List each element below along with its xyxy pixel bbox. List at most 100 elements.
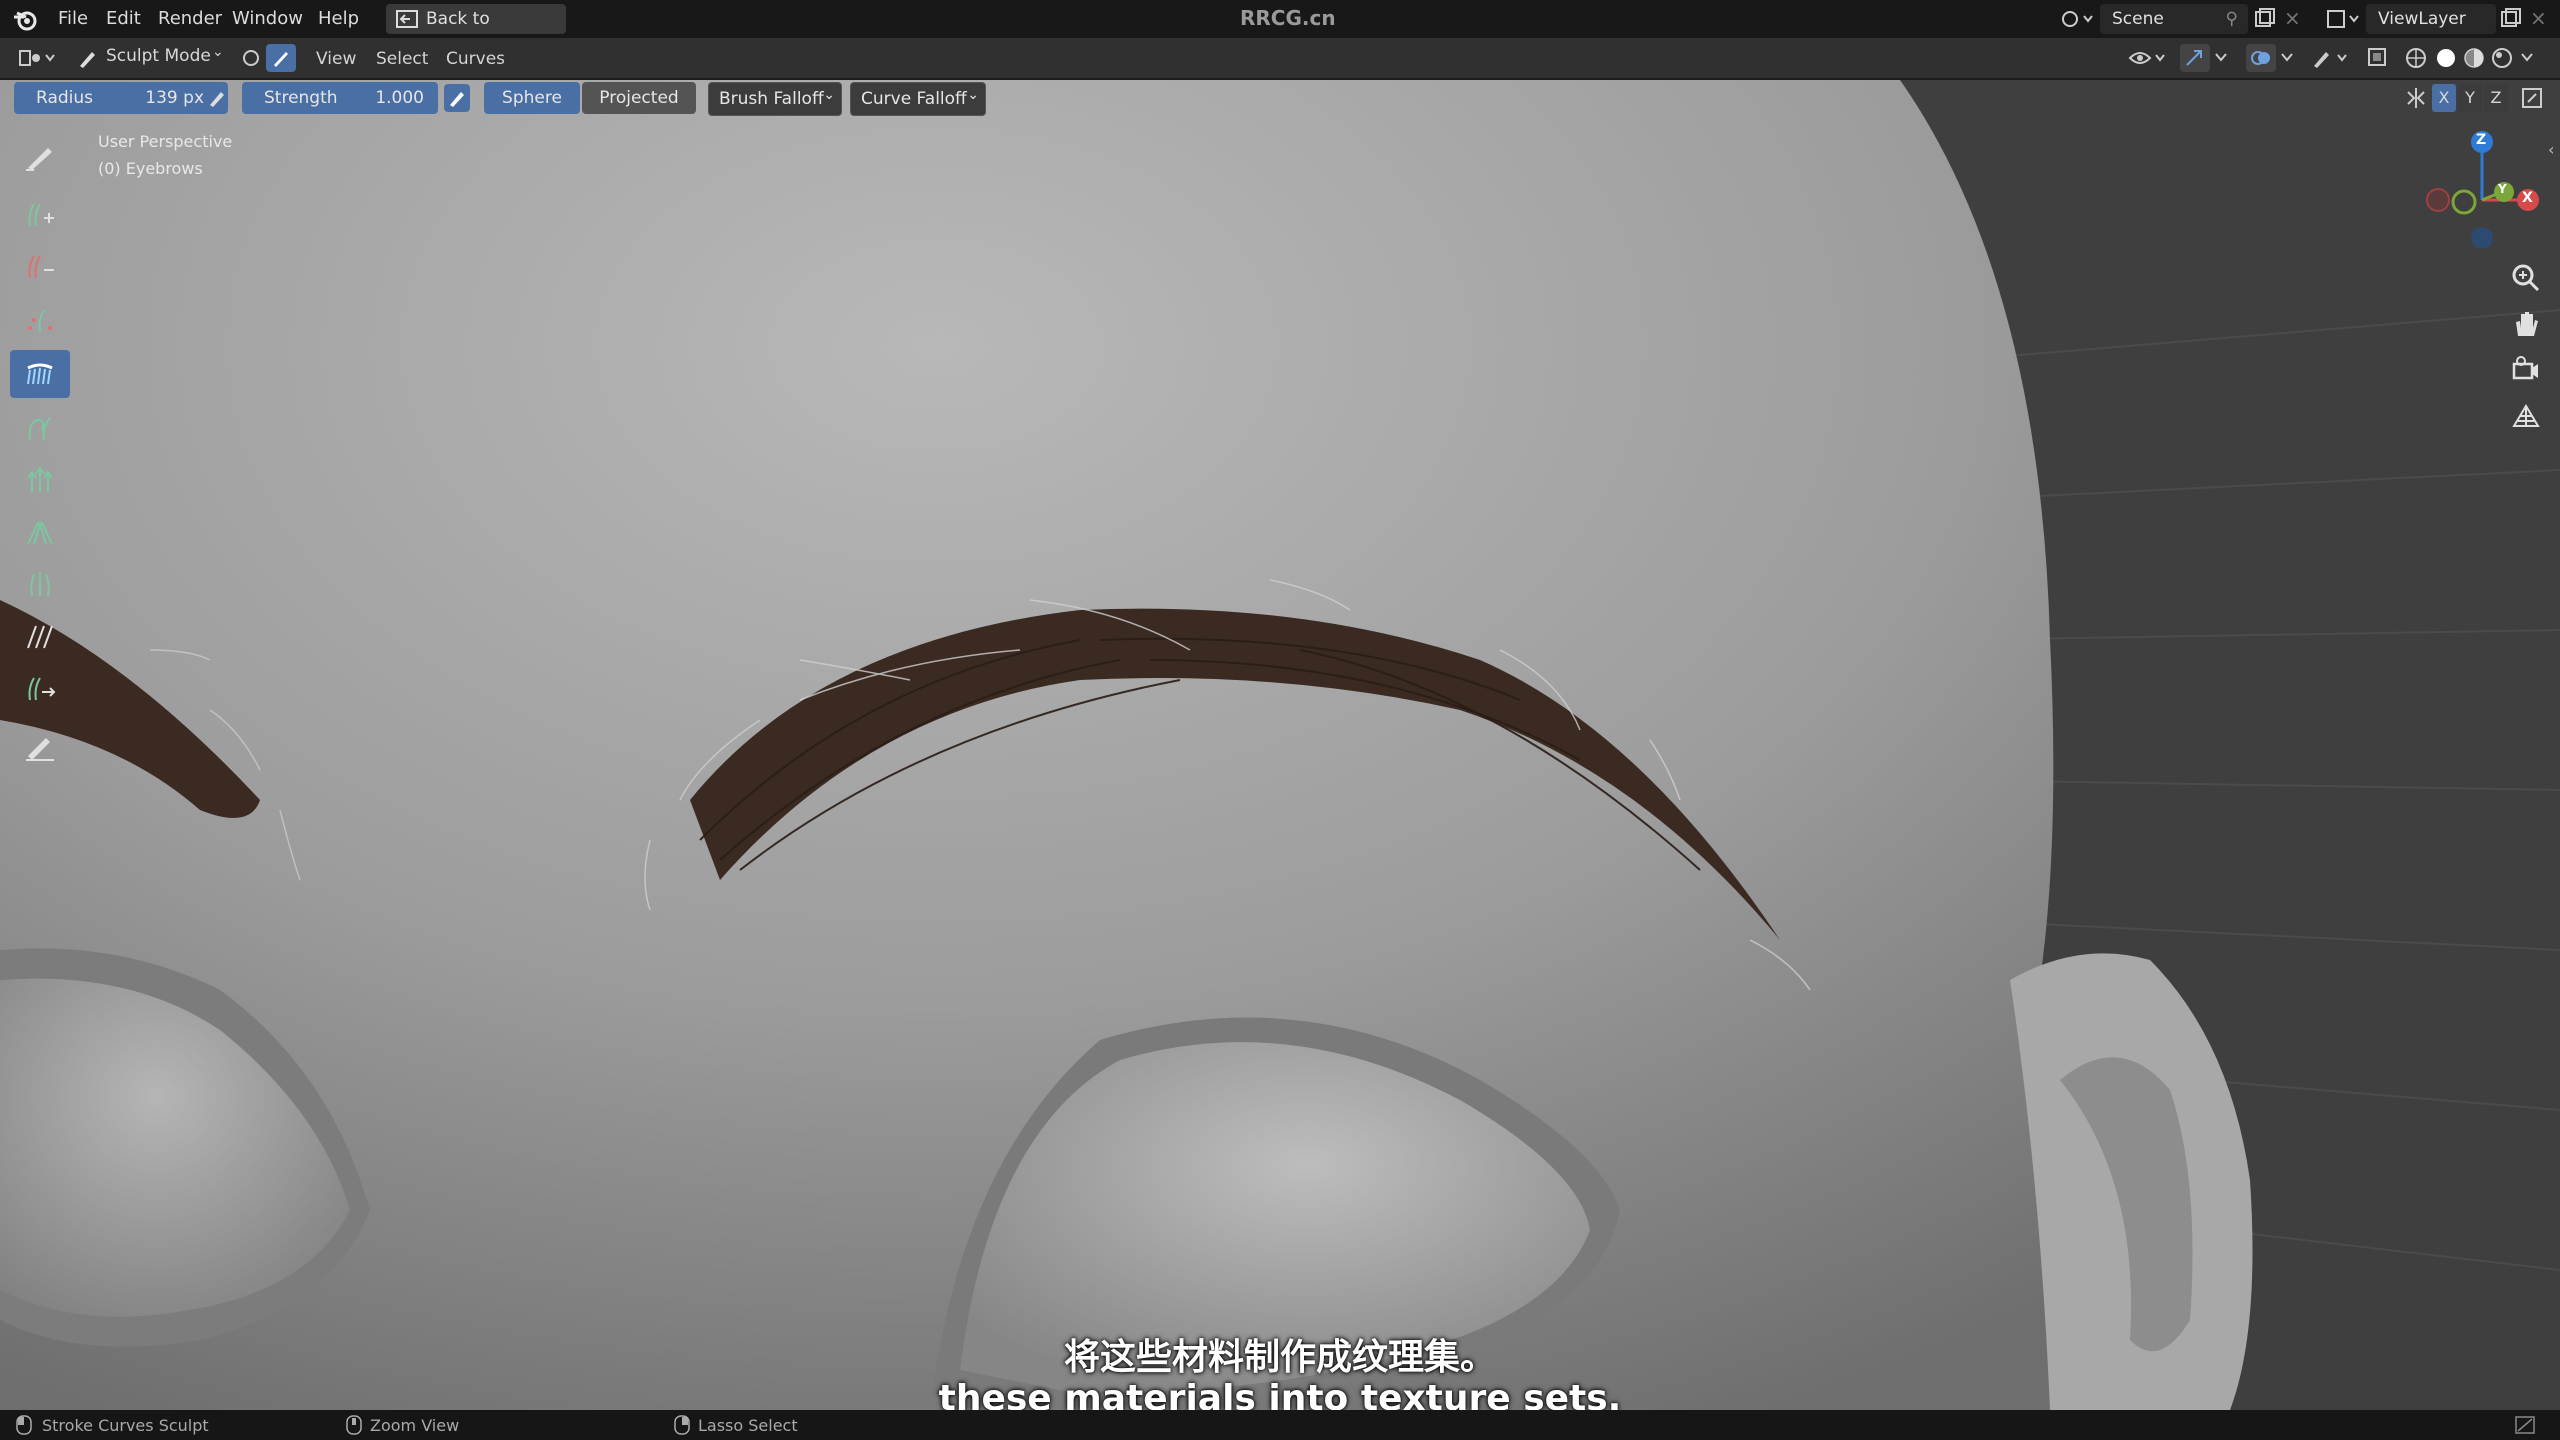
comb-curves-icon — [27, 363, 53, 385]
scene-icon[interactable] — [2060, 8, 2094, 30]
sidebar-toggle-icon[interactable]: ‹ — [2548, 140, 2554, 159]
chevron-down-icon: ⌄ — [212, 44, 224, 60]
tool-density[interactable] — [10, 296, 70, 344]
3d-viewport[interactable]: User Perspective (0) Eyebrows Z X Y ‹ — [0, 80, 2560, 1410]
new-viewlayer-icon[interactable] — [2500, 8, 2522, 30]
gizmo-toggle[interactable] — [2180, 44, 2210, 72]
status-middle-action: Zoom View — [370, 1416, 460, 1435]
mode-selector[interactable]: Sculpt Mode ⌄ — [72, 44, 230, 72]
gizmo-z-label: Z — [2476, 132, 2487, 148]
menu-window[interactable]: Window — [226, 6, 309, 32]
pin-icon[interactable]: ⚲ — [2226, 4, 2238, 34]
chevron-down-icon[interactable] — [2520, 50, 2534, 64]
menu-edit[interactable]: Edit — [100, 6, 147, 32]
eyedropper-icon[interactable] — [2310, 46, 2350, 70]
back-to-previous-button[interactable]: Back to Previous — [386, 4, 566, 59]
solid-shading-icon[interactable] — [2434, 46, 2458, 70]
mouse-middle-icon — [346, 1415, 362, 1435]
chevron-down-icon: ⌄ — [823, 87, 835, 103]
tool-pinch[interactable] — [10, 508, 70, 556]
brush-falloff-label: Brush Falloff — [719, 89, 824, 109]
tool-selection-paint[interactable] — [10, 134, 70, 182]
tool-snake-hook[interactable] — [10, 404, 70, 452]
viewlayer-name: ViewLayer — [2378, 9, 2466, 29]
symmetry-x-toggle[interactable]: X — [2432, 84, 2456, 112]
zoom-view-icon[interactable] — [2508, 260, 2544, 296]
menu-file[interactable]: File — [52, 6, 94, 32]
blender-logo-icon[interactable] — [12, 7, 38, 33]
symmetry-icon[interactable] — [2404, 86, 2428, 110]
chevron-down-icon[interactable] — [2280, 50, 2294, 64]
tool-delete-curves[interactable] — [10, 242, 70, 290]
menu-curves[interactable]: Curves — [446, 46, 505, 72]
mouse-left-icon — [16, 1415, 32, 1435]
overlay-icon — [2251, 51, 2270, 65]
puff-curves-icon — [30, 572, 50, 597]
chevron-down-icon[interactable] — [2214, 50, 2228, 64]
gizmo-icon — [2186, 50, 2202, 66]
ortho-grid-icon[interactable] — [2508, 398, 2544, 434]
radius-field[interactable]: Radius 139 px — [14, 82, 228, 114]
material-shading-icon[interactable] — [2462, 46, 2486, 70]
tool-grow-shrink[interactable] — [10, 456, 70, 504]
pan-hand-icon[interactable] — [2508, 306, 2544, 342]
sculpt-scene — [0, 80, 2560, 1410]
viewlayer-icon[interactable] — [2326, 8, 2360, 30]
status-right-action: Lasso Select — [698, 1416, 798, 1435]
screen-back-icon — [396, 10, 418, 28]
curve-falloff-label: Curve Falloff — [861, 89, 967, 109]
new-scene-icon[interactable] — [2254, 8, 2276, 30]
collapse-options-icon[interactable] — [2520, 86, 2544, 110]
tool-smooth[interactable] — [10, 612, 70, 660]
tool-annotate[interactable] — [10, 724, 70, 772]
strength-value: 1.000 — [375, 88, 424, 108]
delete-viewlayer-icon[interactable]: × — [2530, 6, 2547, 30]
projected-button[interactable]: Projected — [582, 82, 696, 114]
brush-falloff-dropdown[interactable]: Brush Falloff ⌄ — [708, 82, 842, 116]
symmetry-z-toggle[interactable]: Z — [2484, 84, 2508, 112]
radius-value: 139 px — [145, 88, 204, 108]
selection-paint-icon — [26, 148, 52, 171]
tool-puff[interactable] — [10, 560, 70, 608]
visibility-icon[interactable] — [2128, 46, 2168, 70]
sculpt-brush-icon — [80, 52, 95, 68]
tool-comb[interactable] — [10, 350, 70, 398]
smooth-curves-icon — [27, 625, 53, 649]
viewlayer-selector[interactable]: ViewLayer — [2366, 4, 2496, 34]
delete-scene-icon[interactable]: × — [2284, 6, 2301, 30]
sphere-button[interactable]: Sphere — [484, 82, 580, 114]
slide-curves-icon — [28, 677, 56, 701]
grow-shrink-icon — [27, 466, 53, 492]
strength-field[interactable]: Strength 1.000 — [242, 82, 438, 114]
density-curves-icon — [28, 309, 52, 333]
menu-help[interactable]: Help — [312, 6, 365, 32]
symmetry-y-toggle[interactable]: Y — [2458, 84, 2482, 112]
viewport-header: Sculpt Mode ⌄ View Select Curves — [0, 38, 2560, 78]
radius-label: Radius — [36, 88, 94, 108]
scene-selector[interactable]: Scene ⚲ — [2100, 4, 2248, 34]
menu-select[interactable]: Select — [376, 46, 428, 72]
wireframe-shading-icon[interactable] — [2404, 46, 2428, 70]
tool-slide[interactable] — [10, 664, 70, 712]
menu-render[interactable]: Render — [152, 6, 228, 32]
gizmo-y-label: Y — [2498, 182, 2507, 196]
overlay-toggle[interactable] — [2246, 44, 2276, 72]
mode-label: Sculpt Mode — [106, 46, 211, 66]
menu-view[interactable]: View — [316, 46, 356, 72]
editor-type-icon[interactable] — [16, 47, 58, 69]
annotate-icon — [26, 738, 54, 761]
snake-hook-icon — [28, 417, 51, 441]
radius-unit-pen-icon[interactable] — [206, 87, 228, 109]
pressure-pen-icon — [450, 92, 464, 107]
navigation-gizmo[interactable]: Z X Y — [2420, 128, 2540, 249]
camera-view-icon[interactable] — [2508, 352, 2544, 388]
curve-falloff-dropdown[interactable]: Curve Falloff ⌄ — [850, 82, 986, 116]
status-bar: Stroke Curves Sculpt Zoom View Lasso Sel… — [0, 1410, 2560, 1440]
add-curves-icon — [28, 203, 54, 227]
tool-add-curves[interactable] — [10, 190, 70, 238]
strength-pressure-toggle[interactable] — [444, 84, 470, 112]
settings-circle-icon[interactable] — [240, 47, 262, 69]
xray-toggle-icon[interactable] — [2366, 46, 2390, 70]
selection-paint-toggle[interactable] — [266, 44, 296, 72]
rendered-shading-icon[interactable] — [2490, 46, 2514, 70]
